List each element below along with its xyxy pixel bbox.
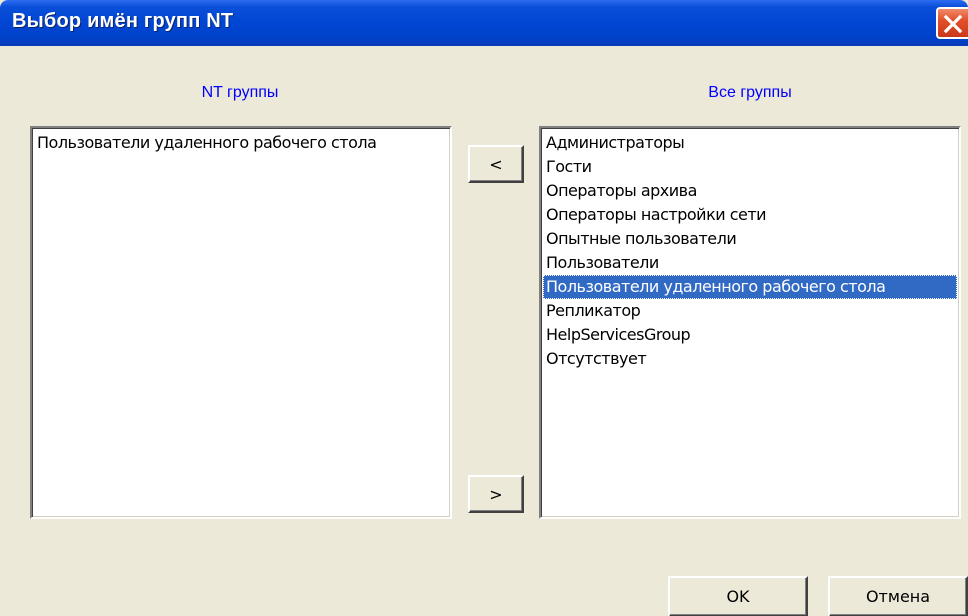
move-left-button[interactable]: < <box>468 145 524 183</box>
all-groups-label: Все группы <box>708 84 792 101</box>
ok-button[interactable]: OK <box>668 576 808 616</box>
list-item[interactable]: Пользователи <box>543 251 957 275</box>
close-icon <box>943 14 963 34</box>
close-button[interactable] <box>936 7 968 39</box>
list-item[interactable]: Администраторы <box>543 131 957 155</box>
list-item[interactable]: Гости <box>543 155 957 179</box>
dialog-window: Выбор имён групп NT NT группы Все группы… <box>0 0 968 616</box>
nt-groups-label: NT группы <box>201 84 279 101</box>
list-item-selected[interactable]: Пользователи удаленного рабочего стола <box>543 275 957 299</box>
list-item[interactable]: Операторы архива <box>543 179 957 203</box>
nt-groups-listbox[interactable]: Пользователи удаленного рабочего стола <box>30 126 452 519</box>
list-item[interactable]: Репликатор <box>543 299 957 323</box>
list-item[interactable]: Опытные пользователи <box>543 227 957 251</box>
title-bar[interactable]: Выбор имён групп NT <box>0 0 968 46</box>
list-item[interactable]: Операторы настройки сети <box>543 203 957 227</box>
list-item[interactable]: HelpServicesGroup <box>543 323 957 347</box>
move-right-button[interactable]: > <box>468 475 524 513</box>
all-groups-listbox[interactable]: Администраторы Гости Операторы архива Опера… <box>539 126 961 519</box>
list-item[interactable]: Отсутствует <box>543 347 957 371</box>
list-item[interactable]: Пользователи удаленного рабочего стола <box>34 131 448 155</box>
window-title: Выбор имён групп NT <box>12 10 234 32</box>
cancel-button[interactable]: Отмена <box>828 576 968 616</box>
